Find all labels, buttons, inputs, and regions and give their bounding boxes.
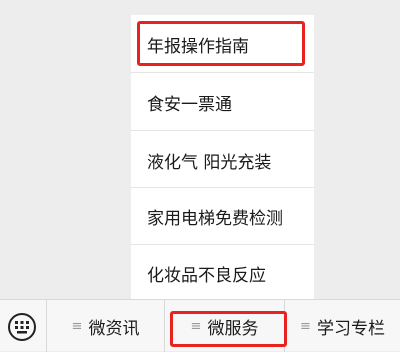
menu-item-annual-report-guide[interactable]: 年报操作指南 — [131, 15, 314, 73]
tab-label: 微资讯 — [88, 318, 140, 339]
menu-item-label: 液化气 阳光充装 — [147, 152, 272, 173]
tab-study-column[interactable]: ≡ 学习专栏 — [285, 300, 400, 352]
tab-news[interactable]: ≡ 微资讯 — [47, 300, 164, 352]
menu-item-cosmetics-adverse-reaction[interactable]: 化妆品不良反应 — [131, 244, 314, 302]
tab-label: 微服务 — [207, 318, 259, 339]
menu-item-label: 年报操作指南 — [147, 36, 249, 57]
tab-services[interactable]: ≡ 微服务 — [165, 300, 284, 352]
menu-item-lpg-filling[interactable]: 液化气 阳光充装 — [131, 131, 314, 189]
menu-item-elevator-inspection[interactable]: 家用电梯免费检测 — [131, 187, 314, 245]
menu-item-label: 食安一票通 — [147, 94, 232, 115]
service-popup-menu: 年报操作指南 食安一票通 液化气 阳光充装 家用电梯免费检测 化妆品不良反应 — [131, 15, 314, 299]
menu-lines-icon: ≡ — [71, 318, 83, 334]
menu-lines-icon: ≡ — [300, 318, 311, 334]
tab-label: 学习专栏 — [316, 318, 385, 339]
keyboard-toggle-button[interactable] — [7, 312, 37, 342]
menu-item-label: 家用电梯免费检测 — [147, 208, 283, 229]
menu-lines-icon: ≡ — [190, 318, 202, 334]
keyboard-icon — [8, 313, 36, 341]
bottom-menu-bar: ≡ 微资讯 ≡ 微服务 ≡ 学习专栏 — [0, 299, 400, 352]
menu-item-food-safety-ticket[interactable]: 食安一票通 — [131, 73, 314, 131]
menu-item-label: 化妆品不良反应 — [147, 265, 266, 286]
